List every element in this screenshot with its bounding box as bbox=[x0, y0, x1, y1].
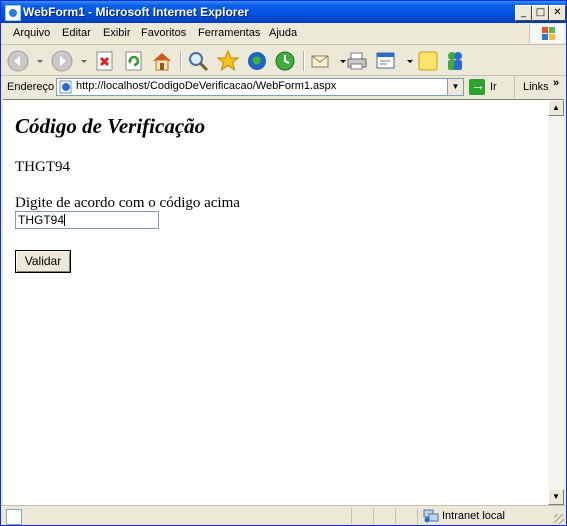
intranet-zone-icon bbox=[423, 509, 439, 523]
menu-ferramentas[interactable]: Ferramentas bbox=[198, 27, 260, 39]
address-bar: Endereço http://localhost/CodigoDeVerifi… bbox=[1, 76, 566, 98]
forward-dropdown-icon[interactable] bbox=[73, 50, 87, 72]
text-caret bbox=[64, 214, 66, 226]
menu-editar[interactable]: Editar bbox=[62, 27, 91, 39]
code-input[interactable]: THGT94 bbox=[15, 211, 159, 229]
page-viewport: Código de Verificação THGT94 Digite de a… bbox=[3, 99, 564, 505]
links-toolbar[interactable]: Links » bbox=[514, 76, 566, 98]
address-input[interactable]: http://localhost/CodigoDeVerificacao/Web… bbox=[56, 78, 464, 96]
status-pane bbox=[373, 508, 394, 524]
menu-arquivo[interactable]: Arquivo bbox=[13, 27, 50, 39]
instruction-text: Digite de acordo com o código acima bbox=[15, 195, 240, 211]
menu-exibir[interactable]: Exibir bbox=[103, 27, 131, 39]
address-label: Endereço bbox=[7, 81, 55, 93]
vertical-scrollbar[interactable]: ▲ ▼ bbox=[548, 100, 564, 505]
media-icon[interactable] bbox=[246, 50, 268, 72]
favorites-star-icon[interactable] bbox=[216, 49, 240, 72]
messenger-icon[interactable] bbox=[444, 50, 466, 72]
validate-button[interactable]: Validar bbox=[15, 250, 71, 273]
menu-ajuda[interactable]: Ajuda bbox=[269, 27, 297, 39]
edit-dropdown-icon[interactable] bbox=[399, 50, 413, 72]
windows-logo-icon bbox=[529, 24, 564, 43]
maximize-button[interactable]: □ bbox=[532, 5, 549, 21]
go-label: Ir bbox=[490, 81, 497, 93]
title-bar[interactable]: WebForm1 - Microsoft Internet Explorer _… bbox=[1, 1, 566, 23]
close-button[interactable]: ✕ bbox=[549, 5, 566, 21]
menu-bar: Arquivo Editar Exibir Favoritos Ferramen… bbox=[1, 23, 566, 45]
menu-favoritos[interactable]: Favoritos bbox=[141, 27, 186, 39]
back-dropdown-icon[interactable] bbox=[29, 50, 43, 72]
window-title: WebForm1 - Microsoft Internet Explorer bbox=[23, 5, 249, 19]
scroll-up-icon[interactable]: ▲ bbox=[548, 100, 564, 116]
forward-icon[interactable] bbox=[51, 50, 73, 72]
back-icon[interactable] bbox=[7, 50, 29, 72]
print-icon[interactable] bbox=[346, 50, 368, 72]
resize-grip-icon[interactable] bbox=[554, 514, 564, 524]
search-icon[interactable] bbox=[187, 50, 209, 72]
address-url: http://localhost/CodigoDeVerificacao/Web… bbox=[76, 80, 337, 92]
code-input-value: THGT94 bbox=[18, 213, 65, 227]
ie-app-icon bbox=[5, 5, 21, 21]
minimize-button[interactable]: _ bbox=[515, 5, 532, 21]
mail-icon[interactable] bbox=[310, 50, 332, 72]
discuss-icon[interactable] bbox=[417, 50, 439, 72]
stop-icon[interactable] bbox=[94, 50, 116, 72]
page-status-icon bbox=[6, 509, 22, 525]
standard-toolbar bbox=[1, 45, 566, 76]
page-content: Código de Verificação THGT94 Digite de a… bbox=[3, 100, 548, 505]
edit-icon[interactable] bbox=[375, 50, 397, 72]
refresh-icon[interactable] bbox=[123, 50, 145, 72]
go-button[interactable]: Ir bbox=[467, 77, 513, 96]
status-bar: Intranet local bbox=[1, 505, 566, 525]
browser-window: WebForm1 - Microsoft Internet Explorer _… bbox=[0, 0, 567, 526]
mail-dropdown-icon[interactable] bbox=[332, 50, 346, 72]
page-title: Código de Verificação bbox=[15, 114, 206, 138]
scroll-down-icon[interactable]: ▼ bbox=[548, 489, 564, 505]
verification-code: THGT94 bbox=[15, 159, 70, 175]
home-icon[interactable] bbox=[151, 50, 173, 72]
status-pane bbox=[351, 508, 372, 524]
history-icon[interactable] bbox=[274, 50, 296, 72]
links-label: Links bbox=[523, 81, 549, 93]
zone-label: Intranet local bbox=[442, 510, 505, 522]
page-icon bbox=[59, 80, 72, 94]
address-dropdown-icon[interactable]: ▼ bbox=[447, 79, 463, 95]
status-pane bbox=[395, 508, 416, 524]
go-arrow-icon bbox=[469, 77, 485, 95]
chevron-icon[interactable]: » bbox=[553, 77, 559, 89]
